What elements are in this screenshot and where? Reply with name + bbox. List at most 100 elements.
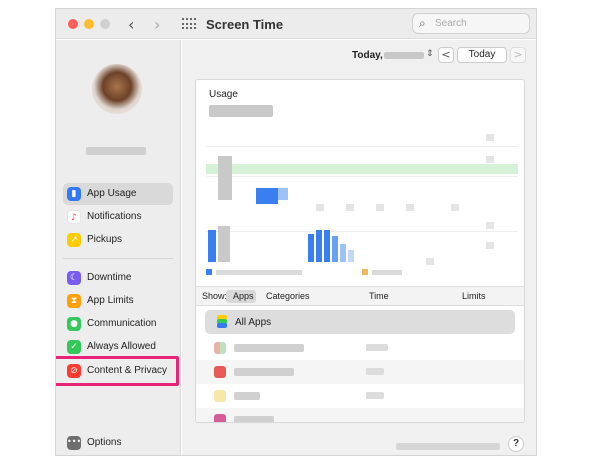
list-item-all-apps[interactable]: All Apps (205, 310, 515, 334)
time-column-header[interactable]: Time (369, 291, 389, 301)
chart-tick (406, 204, 414, 211)
chart-gridline (206, 176, 518, 177)
date-stepper-icon[interactable]: ⇕ (426, 49, 434, 59)
chart-gridline (206, 146, 518, 147)
chart-legend-blurred (372, 270, 402, 275)
ellipsis-icon: ••• (67, 436, 81, 450)
stack-icon (215, 315, 229, 329)
limits-column-header[interactable]: Limits (462, 291, 486, 301)
options-button[interactable]: ••• Options (63, 433, 173, 453)
chart-legend-swatch (206, 269, 212, 275)
app-name-blurred (234, 344, 304, 352)
app-icon (214, 414, 226, 422)
previous-day-button[interactable]: < (438, 47, 454, 63)
date-label: Today, (352, 50, 383, 61)
sidebar-item-label: Downtime (87, 272, 132, 283)
app-time-blurred (366, 392, 384, 399)
list-item[interactable] (196, 336, 524, 360)
search-field[interactable]: ⌕ Search (412, 13, 530, 34)
list-item[interactable] (196, 384, 524, 408)
sidebar-item-label: App Limits (87, 295, 134, 306)
close-window-button[interactable] (68, 19, 78, 29)
chart-legend-swatch (362, 269, 368, 275)
options-label: Options (87, 437, 122, 448)
sidebar-item-app-limits[interactable]: ⧗ App Limits (63, 290, 173, 312)
sidebar-item-label: Pickups (87, 234, 123, 245)
checkmark-icon: ✓ (67, 340, 81, 354)
show-filter-bar: Show: Apps Categories Time Limits (196, 286, 524, 306)
list-item[interactable] (196, 360, 524, 384)
chart-tick (451, 204, 459, 211)
usage-panel: Usage Show: Apps Categories Time Limits … (195, 79, 525, 423)
chart-green-band (206, 164, 518, 174)
help-button[interactable]: ? (508, 436, 524, 452)
chart-bar (348, 250, 354, 262)
sidebar: ▮ App Usage ♪ Notifications ↗ Pickups ☾ … (56, 40, 181, 455)
chart-bar (256, 188, 278, 204)
back-button[interactable]: ‹ (128, 15, 134, 34)
avatar[interactable] (92, 64, 142, 114)
chart-bar (324, 230, 330, 262)
person-icon: ● (67, 317, 81, 331)
sidebar-item-communication[interactable]: ● Communication (63, 313, 173, 335)
chart-bar (340, 244, 346, 262)
sidebar-item-label: Notifications (87, 211, 142, 222)
chart-bar (332, 236, 338, 262)
all-apps-label: All Apps (235, 317, 272, 328)
forward-button[interactable]: › (154, 15, 160, 34)
chart-tick (486, 134, 494, 141)
show-label: Show: (202, 291, 228, 301)
sidebar-item-app-usage[interactable]: ▮ App Usage (63, 183, 173, 205)
chart-gridline (206, 231, 518, 232)
chart-bar (308, 234, 314, 262)
app-name-blurred (234, 392, 260, 400)
app-icon (214, 390, 226, 402)
window-title: Screen Time (206, 17, 284, 32)
chart-bar (316, 230, 322, 262)
search-icon: ⌕ (419, 16, 426, 30)
chart-bar-gray (218, 156, 232, 200)
usage-heading: Usage (209, 89, 238, 100)
window-controls (68, 19, 110, 29)
app-icon (214, 366, 226, 378)
chart-bar (278, 188, 288, 200)
sidebar-item-label: Always Allowed (87, 341, 156, 352)
minimize-window-button[interactable] (84, 19, 94, 29)
sidebar-item-always-allowed[interactable]: ✓ Always Allowed (63, 336, 173, 358)
chart-tick (376, 204, 384, 211)
show-all-grid-icon[interactable] (182, 18, 196, 30)
chart-tick (426, 258, 434, 265)
list-item[interactable] (196, 408, 524, 422)
chart-tick (486, 222, 494, 229)
search-placeholder: Search (435, 18, 467, 29)
next-day-button[interactable]: > (510, 47, 526, 63)
app-time-blurred (366, 368, 384, 375)
date-value-blurred (384, 52, 424, 59)
tab-apps[interactable]: Apps (233, 291, 254, 301)
sidebar-item-pickups[interactable]: ↗ Pickups (63, 229, 173, 251)
app-name-blurred (234, 368, 294, 376)
sidebar-item-notifications[interactable]: ♪ Notifications (63, 206, 173, 228)
chart-bar (208, 230, 216, 262)
today-button[interactable]: Today (457, 47, 507, 63)
sidebar-item-label: App Usage (87, 188, 137, 199)
sidebar-item-downtime[interactable]: ☾ Downtime (63, 267, 173, 289)
usage-chart[interactable] (206, 126, 518, 276)
main-content: Today, ⇕ < Today > Usage Show: Apps Cate… (182, 40, 536, 455)
chart-tick (486, 242, 494, 249)
chart-tick (346, 204, 354, 211)
tab-categories[interactable]: Categories (266, 291, 310, 301)
usage-total-blurred (209, 105, 273, 117)
app-name-blurred (234, 416, 274, 422)
sidebar-divider (63, 258, 173, 259)
chart-bar-gray (218, 226, 230, 262)
app-icon (214, 342, 226, 354)
zoom-window-button[interactable] (100, 19, 110, 29)
moon-icon: ☾ (67, 271, 81, 285)
content-privacy-highlight (56, 356, 179, 386)
sidebar-item-label: Communication (87, 318, 157, 329)
bell-icon: ♪ (67, 210, 81, 224)
user-name-blurred (86, 147, 146, 155)
chart-tick (486, 156, 494, 163)
pickup-icon: ↗ (67, 233, 81, 247)
